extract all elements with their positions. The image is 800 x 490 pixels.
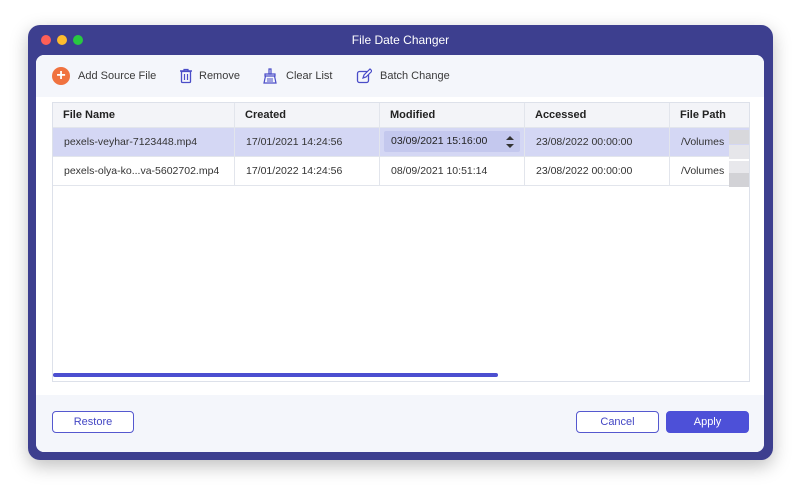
main-content: + Add Source File Remove Clear List Batc… — [36, 55, 764, 452]
restore-button[interactable]: Restore — [52, 411, 134, 433]
remove-button[interactable]: Remove — [178, 68, 240, 84]
column-header-modified[interactable]: Modified — [380, 103, 525, 127]
path-redaction — [729, 173, 749, 187]
modified-date-value: 03/09/2021 15:16:00 — [391, 135, 488, 147]
column-header-accessed[interactable]: Accessed — [525, 103, 670, 127]
file-table: File Name Created Modified Accessed File… — [52, 102, 750, 382]
table-row[interactable]: pexels-olya-ko...va-5602702.mp4 17/01/20… — [53, 157, 749, 187]
add-source-file-label: Add Source File — [78, 70, 157, 82]
broom-icon — [263, 68, 277, 84]
table-row[interactable]: pexels-veyhar-7123448.mp4 17/01/2021 14:… — [53, 128, 749, 159]
clear-list-button[interactable]: Clear List — [262, 68, 332, 84]
app-window: File Date Changer + Add Source File Remo… — [28, 25, 773, 460]
footer: Restore Cancel Apply — [36, 395, 764, 452]
cell-created[interactable]: 17/01/2022 14:24:56 — [235, 157, 380, 185]
path-redaction — [729, 130, 749, 144]
apply-button[interactable]: Apply — [666, 411, 749, 433]
edit-icon — [356, 68, 372, 84]
cell-modified: 03/09/2021 15:16:00 — [380, 128, 525, 156]
modified-date-input[interactable]: 03/09/2021 15:16:00 — [384, 131, 520, 152]
cell-accessed[interactable]: 23/08/2022 00:00:00 — [525, 128, 670, 156]
batch-change-button[interactable]: Batch Change — [356, 68, 450, 84]
cell-file-name: pexels-veyhar-7123448.mp4 — [53, 128, 235, 156]
add-icon: + — [52, 67, 70, 85]
cell-modified[interactable]: 08/09/2021 10:51:14 — [380, 157, 525, 185]
toolbar: + Add Source File Remove Clear List Batc… — [36, 55, 764, 97]
cell-created[interactable]: 17/01/2021 14:24:56 — [235, 128, 380, 156]
trash-icon — [180, 68, 192, 84]
column-header-created[interactable]: Created — [235, 103, 380, 127]
clear-list-label: Clear List — [286, 70, 333, 82]
column-header-file-name[interactable]: File Name — [53, 103, 235, 127]
cancel-button[interactable]: Cancel — [576, 411, 659, 433]
remove-label: Remove — [199, 70, 240, 82]
window-title: File Date Changer — [351, 33, 450, 47]
horizontal-scrollbar[interactable] — [53, 373, 749, 381]
cell-file-name: pexels-olya-ko...va-5602702.mp4 — [53, 157, 235, 185]
column-header-file-path[interactable]: File Path — [670, 103, 749, 127]
stepper-icon[interactable] — [506, 134, 514, 150]
batch-change-label: Batch Change — [380, 70, 450, 82]
scrollbar-thumb[interactable] — [53, 373, 498, 377]
table-header: File Name Created Modified Accessed File… — [53, 103, 749, 128]
add-source-file-button[interactable]: + Add Source File — [52, 67, 157, 85]
cell-accessed[interactable]: 23/08/2022 00:00:00 — [525, 157, 670, 185]
title-bar: File Date Changer — [28, 25, 773, 55]
